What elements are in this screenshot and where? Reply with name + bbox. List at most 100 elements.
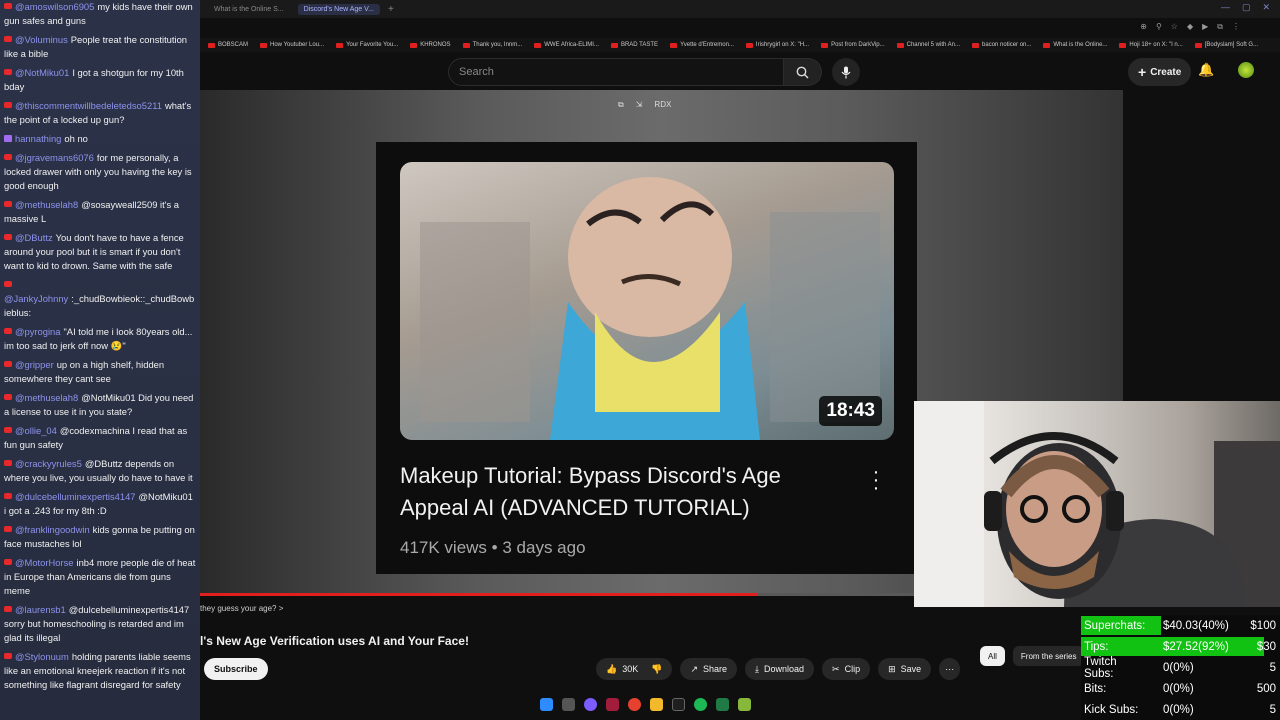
minimize-icon[interactable]: — <box>1221 2 1230 13</box>
goal-value: $40.03(40%) <box>1163 619 1229 632</box>
bookmark-item[interactable]: BOBSCAM <box>208 42 248 48</box>
app-icon[interactable] <box>606 698 619 711</box>
app-icon[interactable] <box>672 698 685 711</box>
video-card[interactable]: 18:43 Makeup Tutorial: Bypass Discord's … <box>376 142 917 574</box>
popout-icon[interactable]: ⇲ <box>636 100 643 110</box>
goal-target: $100 <box>1250 619 1276 632</box>
like-button[interactable]: 👍 30K 👎 <box>596 658 673 680</box>
search-icon[interactable] <box>562 698 575 711</box>
menu-icon[interactable]: ⋮ <box>1232 22 1240 32</box>
folder-icon[interactable] <box>650 698 663 711</box>
bookmark-item[interactable]: Irishrygirl on X: "H... <box>745 42 809 48</box>
video-title[interactable]: Makeup Tutorial: Bypass Discord's Age Ap… <box>400 460 840 524</box>
voice-search-button[interactable] <box>832 58 860 86</box>
windows-start-icon[interactable] <box>540 698 553 711</box>
bookmark-item[interactable]: Channel 5 with An... <box>896 42 960 48</box>
like-count: 30K <box>622 664 639 674</box>
bookmark-item[interactable]: How Youtuber Lou... <box>260 42 324 48</box>
chat-message: @methuselah8 @NotMiku01 Did you need a li… <box>4 391 196 419</box>
video-thumbnail[interactable]: 18:43 <box>400 162 894 440</box>
chat-username[interactable]: @laurensb1 <box>15 604 66 615</box>
chat-username[interactable]: @DButtz <box>15 232 53 243</box>
chat-message: hannathing oh no <box>4 132 196 146</box>
pin-icon[interactable]: ⚲ <box>1156 22 1162 32</box>
search-input[interactable]: Search <box>448 58 784 86</box>
more-options-icon[interactable]: · · · <box>870 462 882 498</box>
bookmark-favicon-icon <box>610 42 618 48</box>
chat-username[interactable]: @crackyyrules5 <box>15 458 82 469</box>
chat-username[interactable]: @NotMiku01 <box>15 67 69 78</box>
chat-username[interactable]: @amoswilson6905 <box>15 1 94 12</box>
rdx-icon[interactable]: RDX <box>654 100 671 110</box>
create-button[interactable]: + Create <box>1128 58 1192 86</box>
bookmark-item[interactable]: KHRONOS <box>410 42 451 48</box>
puzzle-icon[interactable]: ⧉ <box>1217 22 1223 32</box>
app-icon[interactable] <box>584 698 597 711</box>
video-progress-bar[interactable] <box>200 593 914 596</box>
extension-icon[interactable]: ◆ <box>1187 22 1193 32</box>
chat-username[interactable]: @JankyJohnny <box>4 293 68 304</box>
chat-username[interactable]: @dulcebelluminexpertis4147 <box>15 491 136 502</box>
bookmark-item[interactable]: What is the Online... <box>1043 42 1107 48</box>
chat-message: @jgravemans6076 for me personally, a lock… <box>4 151 196 193</box>
chat-username[interactable]: @MotorHorse <box>15 557 74 568</box>
excel-icon[interactable] <box>716 698 729 711</box>
play-icon[interactable]: ▶ <box>1202 22 1208 32</box>
stream-goals-panel: Superchats: $40.03(40%) $100 Tips: $27.52(92… <box>1081 615 1280 720</box>
chat-username[interactable]: @thiscommentwillbedeletedso5211 <box>15 100 162 111</box>
subscribe-button[interactable]: Subscribe <box>204 658 268 680</box>
chat-username[interactable]: @ollie_04 <box>15 425 57 436</box>
bookmark-item[interactable]: [Bodyslam] Soft G... <box>1194 42 1258 48</box>
browser-tab[interactable]: What is the Online S... <box>208 4 290 15</box>
share-button[interactable]: ↗ Share <box>680 658 738 680</box>
bookmark-item[interactable]: bacon noticer on... <box>972 42 1031 48</box>
chat-username[interactable]: @franklingoodwin <box>15 524 90 535</box>
new-tab-icon[interactable]: + <box>388 4 394 15</box>
notifications-bell-icon[interactable]: 🔔 <box>1198 62 1214 78</box>
chat-message: @DButtz You don't have to have a fence ar… <box>4 231 196 273</box>
chat-message: @dulcebelluminexpertis4147 @NotMiku01 i g… <box>4 490 196 518</box>
bookmark-item[interactable]: Thank you, Innm... <box>462 42 522 48</box>
bookmark-label: Hoji 18+ on X: "I n... <box>1129 42 1183 48</box>
chip-series[interactable]: From the series <box>1012 646 1085 666</box>
chat-username[interactable]: @Voluminus <box>15 34 68 45</box>
chat-username[interactable]: @Stylonuum <box>15 651 69 662</box>
more-actions-button[interactable]: ⋯ <box>939 658 961 680</box>
bookmark-label: BOBSCAM <box>218 42 249 48</box>
avatar[interactable] <box>1238 62 1254 78</box>
goal-row: Kick Subs: 0(0%) 5 <box>1081 699 1280 720</box>
chat-username[interactable]: @methuselah8 <box>15 392 78 403</box>
spotify-icon[interactable] <box>694 698 707 711</box>
app-icon[interactable] <box>738 698 751 711</box>
bookmarks-bar: BOBSCAM How Youtuber Lou... Your Favorite … <box>200 38 1280 52</box>
browser-tab-active[interactable]: Discord's New Age V... <box>297 3 380 15</box>
bookmark-icon[interactable]: ☆ <box>1171 22 1178 32</box>
download-button[interactable]: ⤓ Download <box>745 658 815 680</box>
youtube-icon <box>4 3 12 9</box>
bookmark-item[interactable]: Your Favorite You... <box>336 42 398 48</box>
zoom-icon[interactable]: ⊕ <box>1140 22 1147 32</box>
chat-username[interactable]: @methuselah8 <box>15 199 78 210</box>
chrome-icon[interactable] <box>628 698 641 711</box>
bookmark-item[interactable]: BRAD TASTE <box>610 42 658 48</box>
close-icon[interactable]: ✕ <box>1262 2 1270 13</box>
bookmark-item[interactable]: WWE Africa-ELIMI... <box>534 42 599 48</box>
save-button[interactable]: ⊞ Save <box>878 658 932 680</box>
chat-username[interactable]: @jgravemans6076 <box>15 152 94 163</box>
chat-username[interactable]: hannathing <box>15 133 61 144</box>
chat-username[interactable]: @gripper <box>15 359 54 370</box>
chat-username[interactable]: @pyrogina <box>15 326 60 337</box>
chip-all[interactable]: All <box>980 646 1005 666</box>
search-button[interactable] <box>784 58 822 86</box>
bookmark-item[interactable]: Post from DarkVip... <box>821 42 885 48</box>
bookmark-item[interactable]: Yvette d'Entremon... <box>670 42 734 48</box>
chat-message: @ollie_04 @codexmachina I read that as fu… <box>4 424 196 452</box>
goal-target: 500 <box>1256 682 1276 695</box>
taskbar <box>540 698 751 711</box>
bookmark-item[interactable]: Hoji 18+ on X: "I n... <box>1119 42 1183 48</box>
chat-message: @MotorHorse inb4 more people die of heat … <box>4 556 196 598</box>
clip-button[interactable]: ✂ Clip <box>822 658 871 680</box>
thumbs-down-icon[interactable]: 👎 <box>651 664 662 675</box>
pip-icon[interactable]: ⧉ <box>618 100 624 110</box>
maximize-icon[interactable]: ▢ <box>1242 2 1251 13</box>
